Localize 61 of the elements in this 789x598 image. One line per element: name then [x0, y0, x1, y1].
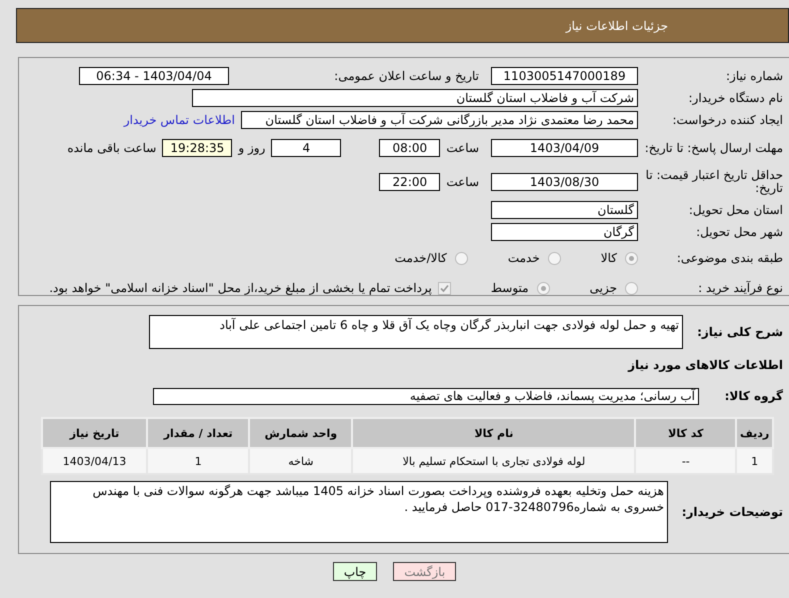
option-label: جزیی — [590, 281, 617, 295]
field-label: طبقه بندی موضوعی: — [676, 252, 784, 264]
buyer-notes-field: هزینه حمل وتخلیه بعهده فروشنده وپرداخت بصورت اسناد خزانه 1405 میباشد جهت هرگونه سوالات فنی با مهندس خسروی به شماره32480796-017 حاصل فرمایید . — [50, 481, 668, 543]
buyer-org-field: شرکت آب و فاضلاب استان گلستان — [192, 89, 638, 107]
page-title: جزئیات اطلاعات نیاز — [566, 18, 668, 32]
table-cell: -- — [635, 448, 736, 474]
field-label: گروه کالا: — [724, 390, 784, 402]
goods-group-field: آب رسانی؛ مدیریت پسماند، فاضلاب و فعالیت های تصفیه — [153, 388, 699, 404]
treasury-option-label: پرداخت تمام یا بخشی از مبلغ خرید،از محل "اسناد خزانه اسلامی" خواهد بود. — [49, 281, 432, 295]
column-header: کد کالا — [635, 418, 736, 448]
table-cell: 1 — [147, 448, 250, 474]
column-header: واحد شمارش — [249, 418, 352, 448]
province-field: گلستان — [491, 201, 638, 219]
need-number-field: 1103005147000189 — [491, 67, 638, 85]
remaining-label: ساعت باقی مانده — [67, 141, 156, 155]
option-label: کالا — [600, 251, 617, 265]
section-title: اطلاعات کالاهای مورد نیاز — [628, 358, 784, 372]
field-label: حداقل تاریخ اعتبار قیمت: تا تاریخ: — [644, 169, 784, 195]
option-label: خدمت — [508, 251, 540, 265]
radio-button[interactable] — [548, 252, 561, 264]
radio-button[interactable] — [625, 282, 638, 294]
radio-button[interactable] — [625, 252, 638, 264]
checkbox[interactable] — [438, 282, 451, 294]
time-field: 08:00 — [379, 139, 440, 157]
print-button[interactable]: چاپ — [332, 562, 378, 581]
description-field: تهیه و حمل لوله فولادی جهت انباربذر گرگان وچاه یک آق قلا و چاه 6 تامین اجتماعی علی آباد — [149, 315, 683, 349]
column-header: ردیف — [736, 418, 773, 448]
date-field: 1403/04/09 — [491, 139, 638, 157]
field-label: نوع فرآیند خرید : — [697, 282, 784, 294]
column-header: تاریخ نیاز — [42, 418, 148, 448]
field-label: نام دستگاه خریدار: — [688, 92, 784, 104]
option-label: متوسط — [490, 281, 529, 295]
radio-button[interactable] — [536, 282, 550, 294]
table-cell: لوله فولادی تجاری با استحکام تسلیم بالا — [352, 448, 636, 474]
days-field: 4 — [271, 139, 342, 157]
time-field: 22:00 — [379, 173, 440, 191]
field-label: شهر محل تحویل: — [695, 226, 784, 238]
field-label: مهلت ارسال پاسخ: تا تاریخ: — [644, 142, 784, 154]
column-header: نام کالا — [352, 418, 636, 448]
days-label: روز و — [238, 141, 266, 155]
field-label: شرح کلی نیاز: — [696, 326, 784, 338]
time-label: ساعت — [446, 175, 479, 189]
option-label: کالا/خدمت — [394, 251, 447, 265]
table-cell: شاخه — [249, 448, 352, 474]
time-label: ساعت — [446, 141, 479, 155]
remaining-time-field: 19:28:35 — [162, 139, 232, 157]
column-header: تعداد / مقدار — [147, 418, 250, 448]
date-field: 1403/08/30 — [491, 173, 638, 191]
field-label: شماره نیاز: — [725, 70, 784, 82]
announce-date-field: 1403/04/04 - 06:34 — [79, 67, 229, 85]
radio-button[interactable] — [454, 252, 468, 264]
field-label: تاریخ و ساعت اعلان عمومی: — [333, 70, 480, 82]
requester-field: محمد رضا معتمدی نژاد مدیر بازرگانی شرکت آب و فاضلاب استان گلستان — [241, 111, 638, 129]
table-cell: 1 — [736, 448, 773, 474]
field-label: ایجاد کننده درخواست: — [671, 114, 784, 126]
city-field: گرگان — [491, 223, 638, 241]
field-label: توضیحات خریدار: — [680, 506, 784, 518]
table-cell: 1403/04/13 — [42, 448, 148, 474]
back-button[interactable]: بازگشت — [393, 562, 456, 581]
buyer-contact-link[interactable]: اطلاعات تماس خریدار — [124, 113, 235, 127]
field-label: استان محل تحویل: — [688, 204, 784, 216]
